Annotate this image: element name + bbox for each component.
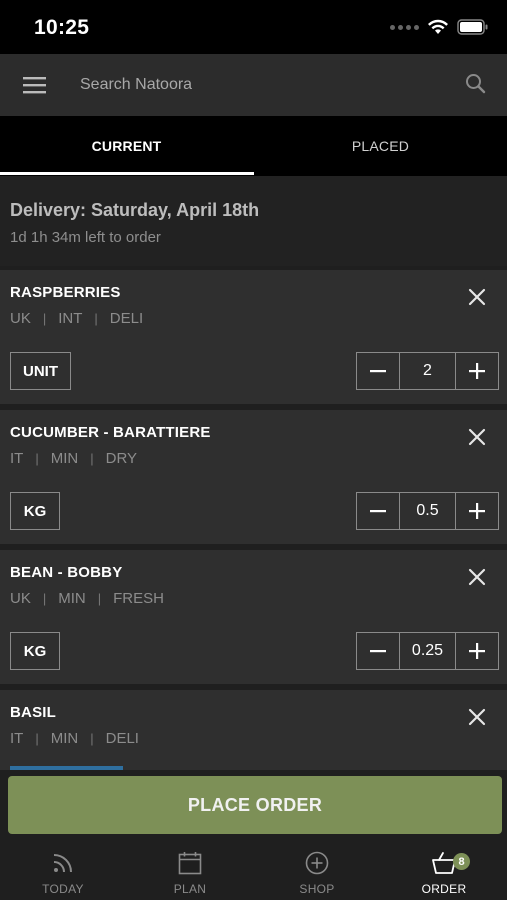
item-name: BEAN - BOBBY [10, 564, 123, 581]
nav-plan[interactable]: PLAN [127, 842, 253, 900]
order-item: BEAN - BOBBY UK | MIN | FRESH KG 0.25 [0, 550, 507, 684]
signal-icon [390, 24, 419, 30]
order-time-left: 1d 1h 34m left to order [10, 229, 161, 246]
delivery-info: Delivery: Saturday, April 18th 1d 1h 34m… [0, 176, 507, 266]
item-grade: MIN [58, 590, 86, 607]
order-tabs: CURRENT PLACED [0, 116, 507, 176]
remove-item-button[interactable] [464, 704, 490, 730]
plus-icon [469, 643, 485, 659]
plus-circle-icon [305, 851, 329, 875]
unit-selector[interactable]: KG [10, 492, 60, 530]
decrease-button[interactable] [357, 493, 399, 529]
tab-placed[interactable]: PLACED [254, 116, 507, 176]
item-grade: MIN [50, 730, 79, 747]
status-bar: 10:25 [0, 0, 507, 54]
decrease-button[interactable] [357, 633, 399, 669]
increase-button[interactable] [456, 493, 498, 529]
calendar-icon [178, 852, 202, 875]
item-tags: IT | MIN | DRY [10, 450, 138, 467]
feed-icon [53, 854, 72, 873]
quantity-stepper: 0.5 [356, 492, 499, 530]
item-tags: IT | MIN | DELI [10, 730, 139, 747]
plus-icon [469, 363, 485, 379]
item-origin: IT [10, 730, 24, 747]
item-origin: IT [10, 450, 24, 467]
increase-button[interactable] [456, 633, 498, 669]
close-icon [468, 288, 486, 306]
nav-label: SHOP [299, 882, 335, 896]
menu-button[interactable] [20, 72, 50, 98]
nav-label: PLAN [173, 882, 207, 896]
status-icons [390, 19, 489, 35]
item-grade: MIN [50, 450, 79, 467]
item-category: DELI [109, 310, 144, 327]
item-origin: UK [10, 590, 31, 607]
nav-order[interactable]: ORDER [381, 842, 507, 900]
close-icon [468, 708, 486, 726]
unit-selector[interactable]: UNIT [10, 352, 71, 390]
item-tags: UK | INT | DELI [10, 310, 144, 327]
quantity-stepper: 2 [356, 352, 499, 390]
order-count-badge: 8 [453, 853, 470, 870]
increase-button[interactable] [456, 353, 498, 389]
item-category: DELI [105, 730, 139, 747]
quantity-value[interactable]: 0.5 [399, 493, 456, 529]
search-icon [466, 74, 486, 94]
search-bar [0, 54, 507, 116]
delivery-date: Delivery: Saturday, April 18th [10, 200, 260, 220]
item-tags: UK | MIN | FRESH [10, 590, 164, 607]
nav-label: ORDER [421, 882, 467, 896]
close-icon [468, 568, 486, 586]
item-grade: INT [58, 310, 83, 327]
nav-today[interactable]: TODAY [0, 842, 126, 900]
place-order-button[interactable]: PLACE ORDER [8, 776, 502, 834]
quantity-value[interactable]: 0.25 [399, 633, 456, 669]
order-item: RASPBERRIES UK | INT | DELI UNIT 2 [0, 270, 507, 404]
quantity-stepper: 0.25 [356, 632, 499, 670]
tab-current[interactable]: CURRENT [0, 116, 253, 176]
item-name: RASPBERRIES [10, 284, 121, 301]
nav-label: TODAY [42, 882, 84, 896]
remove-item-button[interactable] [464, 564, 490, 590]
decrease-button[interactable] [357, 353, 399, 389]
search-button[interactable] [463, 70, 489, 98]
order-item: CUCUMBER - BARATTIERE IT | MIN | DRY KG 0.… [0, 410, 507, 544]
item-name: CUCUMBER - BARATTIERE [10, 424, 211, 441]
item-category: FRESH [113, 590, 164, 607]
nav-shop[interactable]: SHOP [254, 842, 380, 900]
item-category: DRY [105, 450, 138, 467]
search-input[interactable] [70, 68, 450, 102]
remove-item-button[interactable] [464, 424, 490, 450]
close-icon [468, 428, 486, 446]
minus-icon [370, 370, 386, 373]
item-name: BASIL [10, 704, 56, 721]
unit-selector[interactable] [10, 766, 123, 770]
bottom-nav: TODAY PLAN SHOP ORDER [0, 842, 507, 900]
unit-selector[interactable]: KG [10, 632, 60, 670]
battery-icon [457, 19, 488, 35]
hamburger-icon [23, 77, 46, 94]
wifi-icon [428, 19, 448, 34]
minus-icon [370, 510, 386, 513]
status-time: 10:25 [34, 16, 90, 39]
quantity-value[interactable]: 2 [399, 353, 456, 389]
item-origin: UK [10, 310, 31, 327]
order-item: BASIL IT | MIN | DELI [0, 690, 507, 770]
minus-icon [370, 650, 386, 653]
active-tab-indicator [0, 172, 254, 175]
remove-item-button[interactable] [464, 284, 490, 310]
plus-icon [469, 503, 485, 519]
